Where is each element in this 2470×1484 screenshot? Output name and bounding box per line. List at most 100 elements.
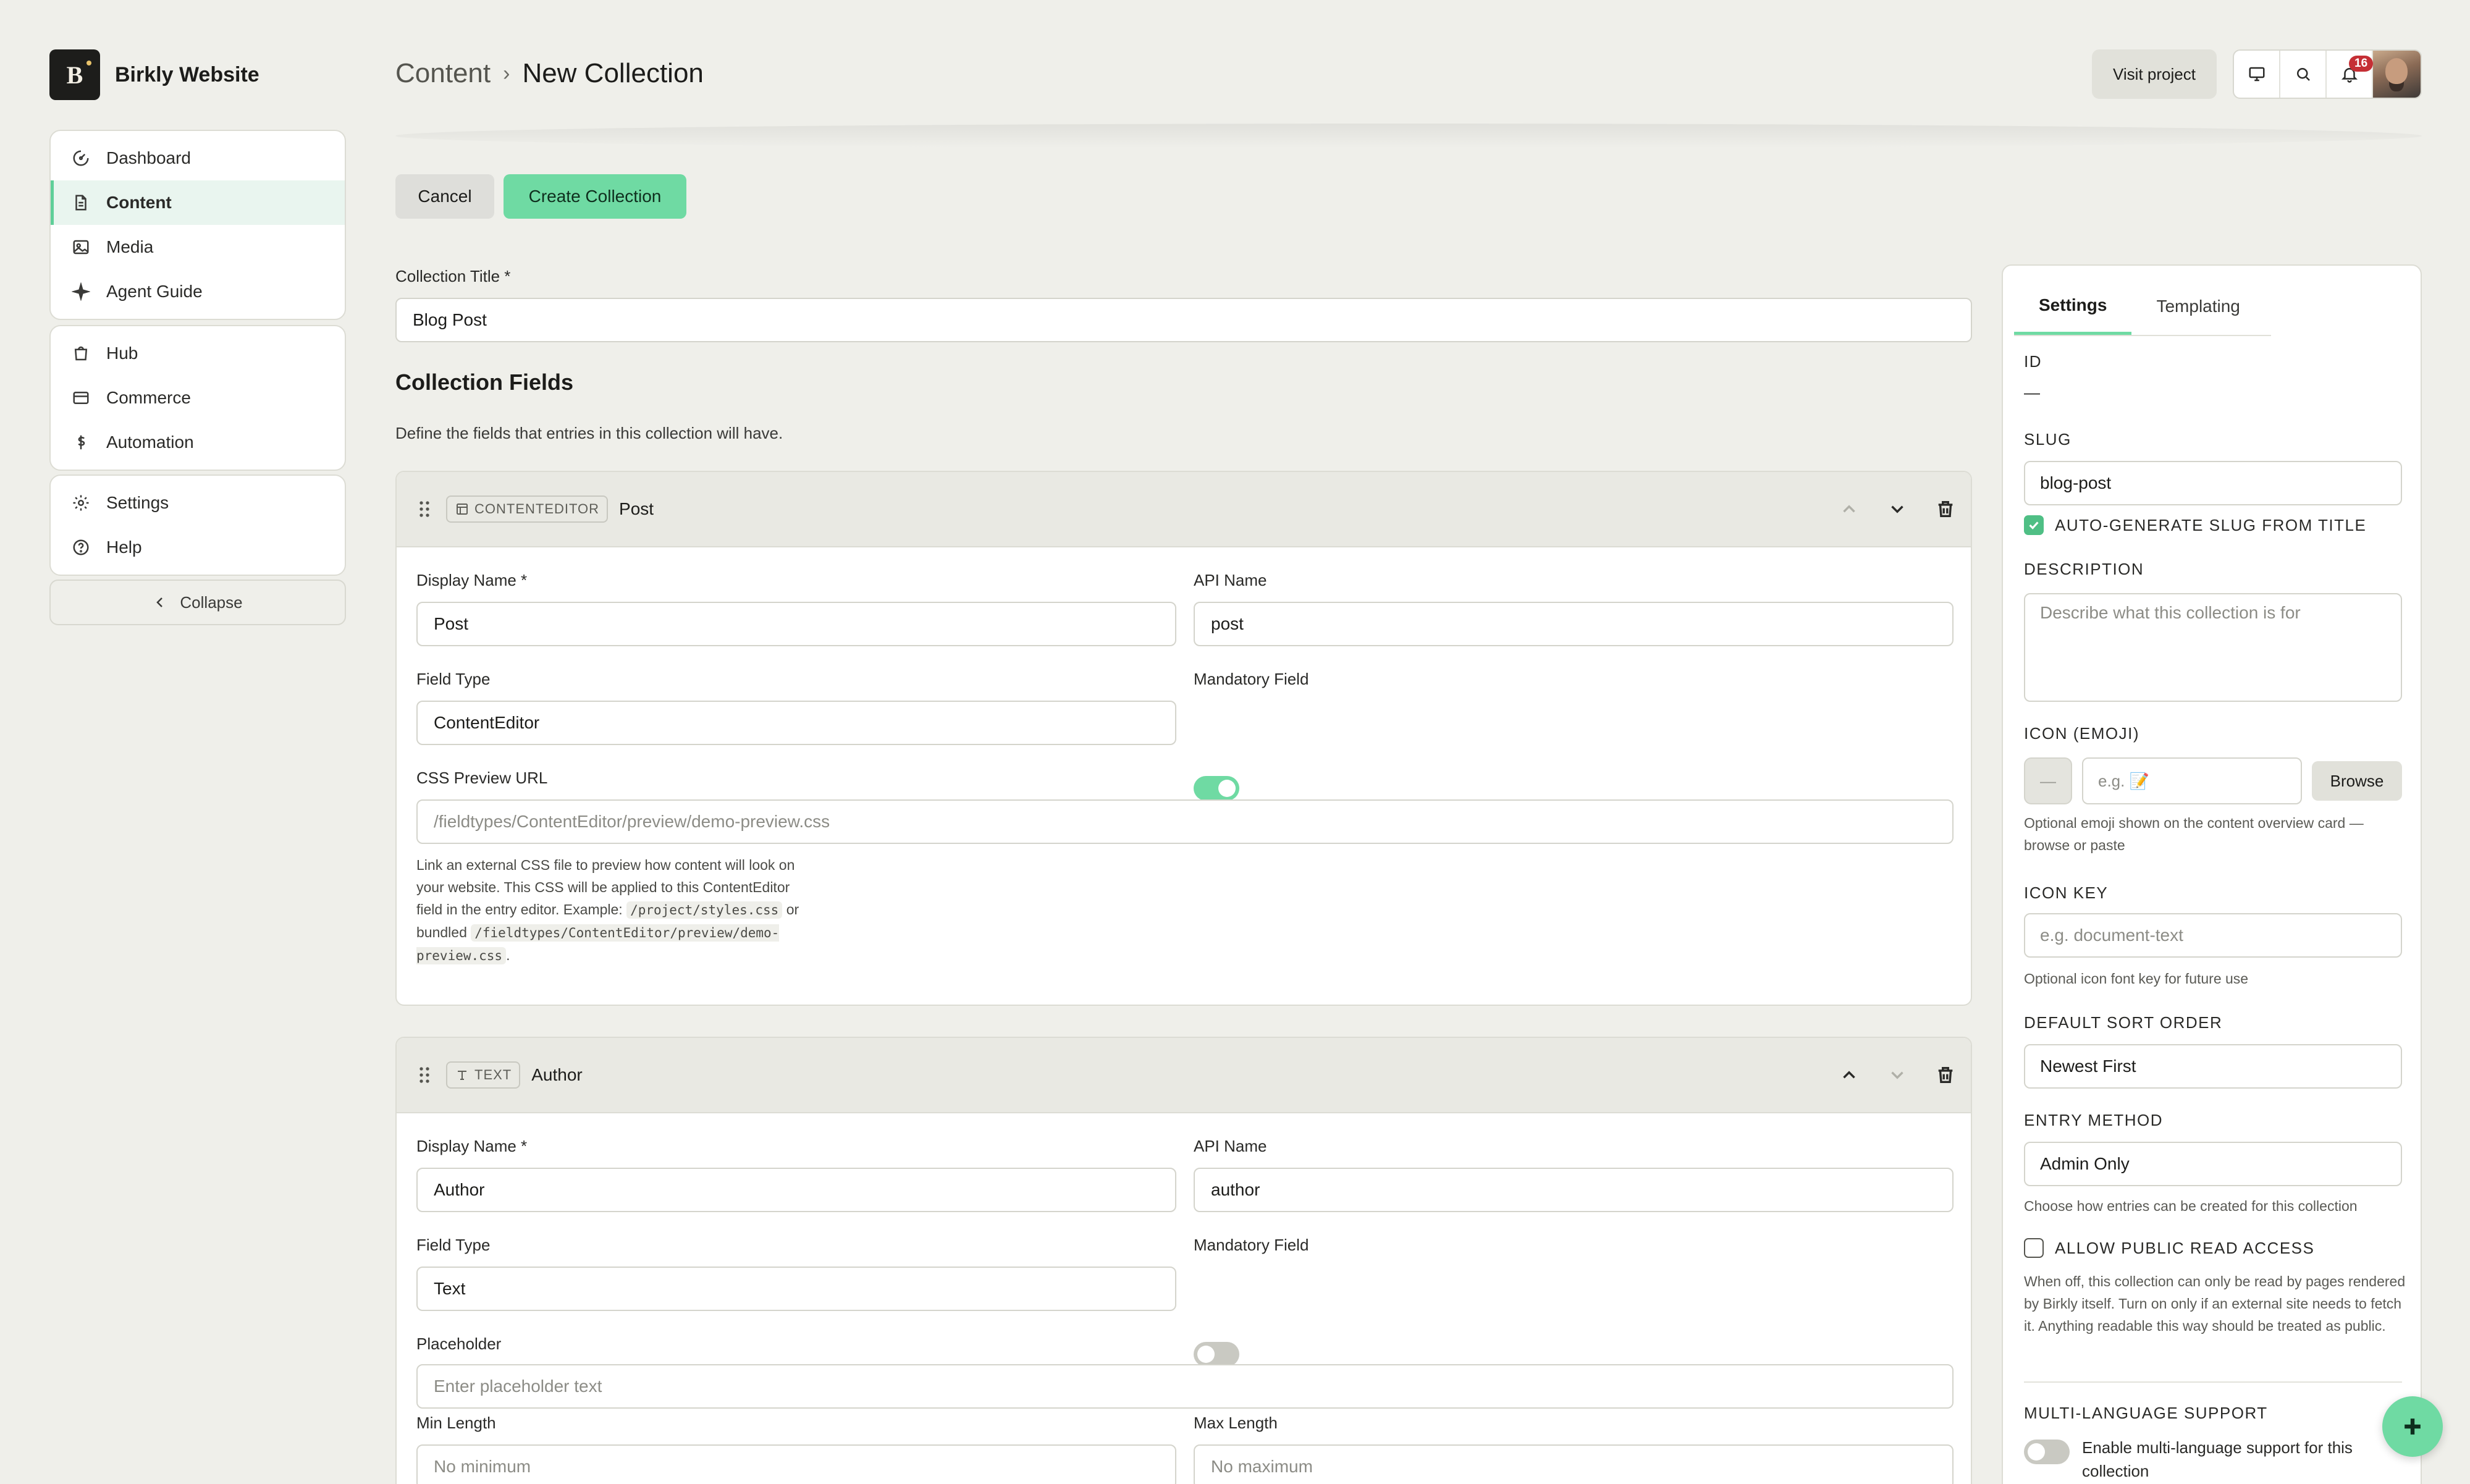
sidebar-item-help[interactable]: Help <box>51 525 345 570</box>
plus-icon <box>2405 1419 2421 1435</box>
field-type-label: Field Type <box>416 670 491 688</box>
max-length-input[interactable]: No maximum <box>1194 1444 1954 1484</box>
sidebar-item-settings[interactable]: Settings <box>51 481 345 525</box>
description-textarea[interactable]: Describe what this collection is for <box>2024 593 2402 702</box>
notification-badge: 16 <box>2349 56 2374 72</box>
sidebar-item-label: Dashboard <box>106 148 191 167</box>
css-preview-help: Link an external CSS file to preview how… <box>416 857 799 964</box>
sidebar-item-label: Automation <box>106 432 194 452</box>
preview-button[interactable] <box>2234 51 2281 98</box>
icon-key-input[interactable]: e.g. document-text <box>2024 913 2402 958</box>
tab-templating[interactable]: Templating <box>2131 278 2264 335</box>
sidebar-item-hub[interactable]: Hub <box>51 331 345 376</box>
add-field-fab[interactable] <box>2382 1396 2443 1457</box>
settings-tabs: Settings Templating <box>2014 278 2271 336</box>
collapse-button[interactable]: Collapse <box>49 580 346 625</box>
move-down-icon[interactable] <box>1887 1065 1908 1086</box>
sparkle-icon <box>72 282 90 301</box>
api-name-label: API Name <box>1194 1137 1267 1155</box>
api-name-input[interactable]: post <box>1194 602 1954 646</box>
move-up-icon[interactable] <box>1839 499 1860 520</box>
min-length-label: Min Length <box>416 1414 496 1432</box>
multi-language-label: Multi-language support <box>2024 1404 2268 1422</box>
css-preview-input[interactable]: /fieldtypes/ContentEditor/preview/demo-p… <box>416 799 1954 844</box>
collection-title-input[interactable]: Blog Post <box>395 298 1972 342</box>
tab-settings[interactable]: Settings <box>2014 278 2132 335</box>
dashboard-icon <box>73 150 89 166</box>
gear-icon <box>73 495 89 511</box>
slug-input[interactable]: blog-post <box>2024 461 2402 505</box>
placeholder-label: Placeholder <box>416 1334 502 1353</box>
id-label: ID <box>2024 352 2042 371</box>
mandatory-toggle[interactable] <box>1194 776 1239 801</box>
css-preview-label: CSS Preview URL <box>416 769 548 787</box>
divider <box>2024 1381 2402 1383</box>
entry-method-select[interactable]: Admin Only <box>2024 1142 2402 1186</box>
sidebar-item-agent-guide[interactable]: Agent Guide <box>51 269 345 314</box>
nav-group-tools: Hub Commerce Automation <box>49 325 346 471</box>
cancel-button[interactable]: Cancel <box>395 174 494 219</box>
mandatory-label: Mandatory Field <box>1194 1236 1309 1254</box>
visit-project-button[interactable]: Visit project <box>2092 49 2217 99</box>
sidebar-item-label: Media <box>106 237 154 256</box>
checkbox-checked[interactable] <box>2024 515 2044 535</box>
field-name: Author <box>531 1065 583 1084</box>
multi-language-toggle[interactable] <box>2024 1440 2070 1464</box>
public-read-help: When off, this collection can only be re… <box>2024 1273 2406 1334</box>
field-card-author: TEXT Author Display Name * Author API Na… <box>395 1037 1972 1484</box>
field-type-select[interactable]: ContentEditor <box>416 701 1176 745</box>
code-example: /project/styles.css <box>626 901 783 919</box>
drag-handle-icon[interactable] <box>416 1066 432 1084</box>
checkbox-unchecked[interactable] <box>2024 1238 2044 1258</box>
sidebar-item-automation[interactable]: Automation <box>51 420 345 465</box>
breadcrumb-root[interactable]: Content <box>395 58 491 89</box>
brand[interactable]: B Birkly Website <box>49 49 259 100</box>
move-down-icon[interactable] <box>1887 499 1908 520</box>
breadcrumb-separator: › <box>503 61 510 85</box>
collection-fields-description: Define the fields that entries in this c… <box>395 424 783 442</box>
public-read-label: Allow public read access <box>2055 1238 2315 1257</box>
trash-icon[interactable] <box>1935 499 1956 520</box>
browse-button[interactable]: Browse <box>2312 761 2402 801</box>
sidebar-item-dashboard[interactable]: Dashboard <box>51 136 345 180</box>
layout-icon <box>457 504 468 515</box>
field-type-label: Field Type <box>416 1236 491 1254</box>
sidebar-item-content[interactable]: Content <box>51 180 345 225</box>
field-type-select[interactable]: Text <box>416 1267 1176 1311</box>
sidebar-item-label: Content <box>106 193 172 212</box>
sidebar-item-label: Help <box>106 538 142 557</box>
api-name-input[interactable]: author <box>1194 1168 1954 1212</box>
nav-group-system: Settings Help <box>49 474 346 576</box>
max-length-label: Max Length <box>1194 1414 1278 1432</box>
search-button[interactable] <box>2280 51 2327 98</box>
avatar[interactable] <box>2373 51 2421 98</box>
sidebar-item-label: Agent Guide <box>106 282 203 301</box>
create-collection-button[interactable]: Create Collection <box>504 174 686 219</box>
sidebar-item-label: Settings <box>106 493 169 512</box>
min-length-input[interactable]: No minimum <box>416 1444 1176 1484</box>
mandatory-label: Mandatory Field <box>1194 670 1309 688</box>
display-name-input[interactable]: Author <box>416 1168 1176 1212</box>
move-up-icon[interactable] <box>1839 1065 1860 1086</box>
breadcrumb: Content › New Collection <box>395 58 704 89</box>
collection-fields-title: Collection Fields <box>395 369 574 395</box>
notifications-button[interactable]: 16 <box>2327 51 2374 98</box>
trash-icon[interactable] <box>1935 1065 1956 1086</box>
drag-handle-icon[interactable] <box>416 500 432 518</box>
auto-slug-checkbox[interactable]: Auto-generate slug from title <box>2024 515 2366 535</box>
sidebar-item-label: Commerce <box>106 388 191 407</box>
dollar-icon <box>78 435 85 450</box>
sidebar-item-commerce[interactable]: Commerce <box>51 376 345 420</box>
icon-emoji-input[interactable]: e.g. 📝 <box>2082 757 2302 804</box>
display-name-input[interactable]: Post <box>416 602 1176 646</box>
entry-method-help: Choose how entries can be created for th… <box>2024 1198 2358 1214</box>
sidebar-item-label: Hub <box>106 344 138 363</box>
sort-order-select[interactable]: Newest First <box>2024 1044 2402 1089</box>
sidebar-item-media[interactable]: Media <box>51 225 345 269</box>
icon-emoji-help: Optional emoji shown on the content over… <box>2024 815 2364 853</box>
icon-key-help: Optional icon font key for future use <box>2024 971 2249 987</box>
collection-title-label: Collection Title * <box>395 267 511 285</box>
placeholder-input[interactable]: Enter placeholder text <box>416 1364 1954 1409</box>
public-read-checkbox[interactable]: Allow public read access <box>2024 1238 2314 1258</box>
mandatory-toggle[interactable] <box>1194 1342 1239 1367</box>
